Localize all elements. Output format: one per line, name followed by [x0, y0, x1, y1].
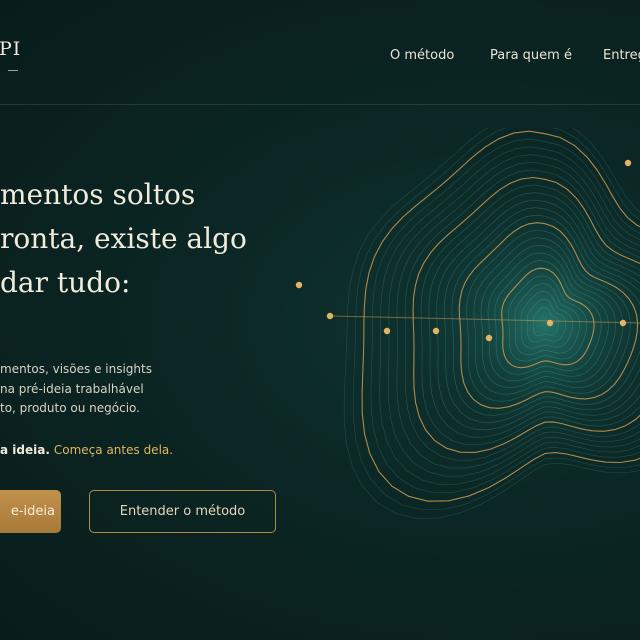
- description-line-2: na pré-ideia trabalhável: [0, 381, 144, 396]
- main-nav: O método Para quem é Entreg: [0, 48, 640, 68]
- headline-line-1: mentos soltos: [0, 178, 196, 211]
- hero-headline: mentos soltos ronta, existe algo dar tud…: [0, 173, 247, 305]
- hero-tagline: a ideia. Começa antes dela.: [0, 443, 173, 457]
- brand-underline: [8, 70, 18, 71]
- contour-node: [295, 281, 303, 289]
- headline-line-2: ronta, existe algo: [0, 222, 247, 255]
- contour-glow: [385, 163, 640, 483]
- nav-item-metodo[interactable]: O método: [390, 48, 454, 63]
- primary-cta-button[interactable]: e-ideia: [0, 490, 61, 533]
- contour-node: [432, 327, 440, 335]
- topographic-contour-icon: [295, 128, 640, 519]
- contour-node: [619, 319, 627, 327]
- understand-method-button[interactable]: Entender o método: [89, 490, 276, 533]
- nav-item-entregas[interactable]: Entreg: [603, 48, 640, 63]
- header-divider: [0, 104, 640, 105]
- headline-line-3: dar tudo:: [0, 266, 131, 299]
- contour-node: [485, 334, 493, 342]
- tagline-accent: Começa antes dela.: [53, 443, 174, 457]
- tagline-strong: a ideia.: [0, 443, 50, 457]
- hero-description: mentos, visões e insights na pré-ideia t…: [0, 360, 180, 419]
- contour-node: [383, 327, 391, 335]
- contour-node: [624, 159, 632, 167]
- description-line-1: mentos, visões e insights: [0, 362, 152, 376]
- nav-item-para-quem[interactable]: Para quem é: [490, 48, 572, 63]
- contour-node: [326, 312, 334, 320]
- contour-node: [546, 319, 554, 327]
- description-line-3: to, produto ou negócio.: [0, 401, 140, 415]
